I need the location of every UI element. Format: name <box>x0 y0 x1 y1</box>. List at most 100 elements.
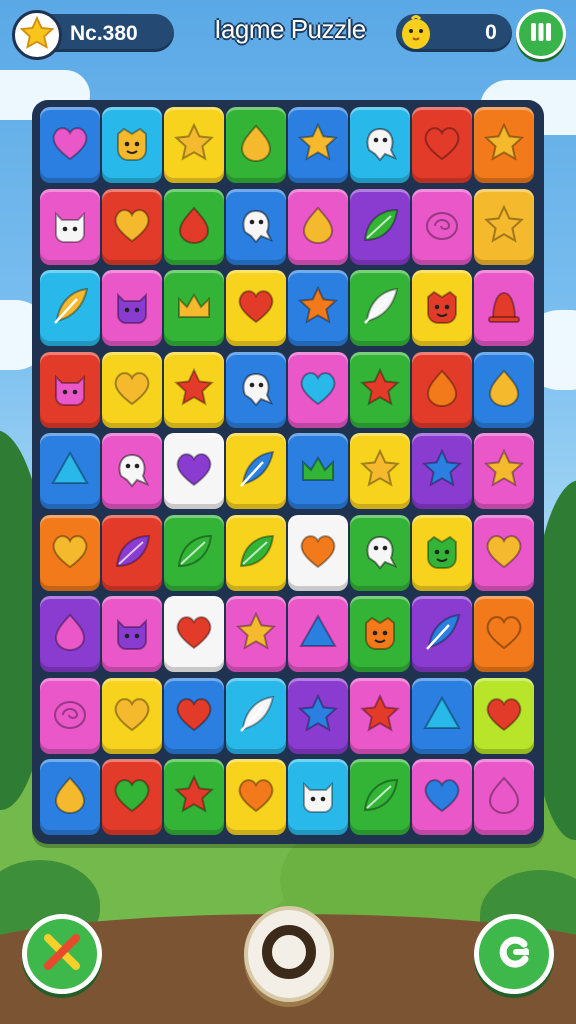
tile-heart[interactable] <box>474 677 534 754</box>
tile-drop[interactable] <box>40 596 100 672</box>
tile-swirl[interactable] <box>412 188 472 265</box>
tile-star[interactable] <box>288 107 348 183</box>
heart-icon <box>233 283 279 333</box>
tile-ghost[interactable] <box>226 351 286 428</box>
tile-feather[interactable] <box>226 433 286 509</box>
tile-star[interactable] <box>164 107 224 183</box>
tile-triangle[interactable] <box>40 433 100 509</box>
tile-star[interactable] <box>226 596 286 672</box>
tile-heart[interactable] <box>412 759 472 835</box>
tile-crown[interactable] <box>288 433 348 509</box>
tile-drop[interactable] <box>40 759 100 835</box>
tile-drop[interactable] <box>474 759 534 835</box>
tile-ghost[interactable] <box>350 514 410 591</box>
tile-feather[interactable] <box>412 596 472 672</box>
puzzle-board <box>32 100 544 844</box>
tile-feather[interactable] <box>350 270 410 346</box>
tile-ghost[interactable] <box>350 107 410 183</box>
tile-star[interactable] <box>288 677 348 754</box>
center-action-button[interactable] <box>244 906 334 1002</box>
tile-heart[interactable] <box>40 107 100 183</box>
tile-heart[interactable] <box>40 514 100 591</box>
tile-star[interactable] <box>350 677 410 754</box>
tile-heart[interactable] <box>164 596 224 672</box>
tile-star[interactable] <box>474 433 534 509</box>
tile-face[interactable] <box>350 596 410 672</box>
heart-icon <box>47 528 93 578</box>
tile-leaf[interactable] <box>102 514 162 591</box>
tile-cat[interactable] <box>102 596 162 672</box>
tile-star[interactable] <box>474 188 534 265</box>
tile-leaf[interactable] <box>350 188 410 265</box>
heart-icon <box>481 691 527 741</box>
heart-icon <box>109 691 155 741</box>
tile-feather[interactable] <box>226 677 286 754</box>
crown-icon <box>171 283 217 333</box>
tile-crown[interactable] <box>164 270 224 346</box>
tile-star[interactable] <box>164 759 224 835</box>
tile-ghost[interactable] <box>226 188 286 265</box>
tile-drop[interactable] <box>226 107 286 183</box>
tile-heart[interactable] <box>164 433 224 509</box>
star-icon <box>357 446 403 496</box>
tile-feather[interactable] <box>40 270 100 346</box>
tile-heart[interactable] <box>288 514 348 591</box>
tile-face[interactable] <box>102 107 162 183</box>
feather-icon <box>233 691 279 741</box>
tile-heart[interactable] <box>102 188 162 265</box>
tile-leaf[interactable] <box>226 514 286 591</box>
tile-face[interactable] <box>412 270 472 346</box>
tile-cat[interactable] <box>288 759 348 835</box>
tile-swirl[interactable] <box>40 677 100 754</box>
heart-icon <box>419 772 465 822</box>
tile-ghost[interactable] <box>102 433 162 509</box>
leaf-icon <box>171 528 217 578</box>
tile-star[interactable] <box>350 433 410 509</box>
heart-icon <box>171 446 217 496</box>
cat-icon <box>47 202 93 252</box>
heart-icon <box>109 365 155 415</box>
tile-drop[interactable] <box>164 188 224 265</box>
ghost-icon <box>357 120 403 170</box>
tile-star[interactable] <box>288 270 348 346</box>
tile-drop[interactable] <box>412 351 472 428</box>
tile-leaf[interactable] <box>350 759 410 835</box>
score-value: 0 <box>485 21 497 44</box>
tile-heart[interactable] <box>474 596 534 672</box>
tile-leaf[interactable] <box>164 514 224 591</box>
tile-heart[interactable] <box>226 759 286 835</box>
tile-star[interactable] <box>412 433 472 509</box>
cat-icon <box>109 609 155 659</box>
feather-icon <box>357 283 403 333</box>
pause-button[interactable] <box>516 9 566 59</box>
tile-heart[interactable] <box>288 351 348 428</box>
tile-star[interactable] <box>350 351 410 428</box>
tile-heart[interactable] <box>102 351 162 428</box>
tile-drop[interactable] <box>288 188 348 265</box>
tile-star[interactable] <box>474 107 534 183</box>
tile-heart[interactable] <box>102 677 162 754</box>
tile-face[interactable] <box>412 514 472 591</box>
shuffle-button[interactable] <box>22 914 102 994</box>
drop-icon <box>47 772 93 822</box>
tile-cat[interactable] <box>40 351 100 428</box>
tile-triangle[interactable] <box>412 677 472 754</box>
tile-heart[interactable] <box>164 677 224 754</box>
tile-star[interactable] <box>164 351 224 428</box>
tile-heart[interactable] <box>474 514 534 591</box>
star-icon <box>171 120 217 170</box>
tile-triangle[interactable] <box>288 596 348 672</box>
refresh-button[interactable] <box>474 914 554 994</box>
cat-icon <box>109 283 155 333</box>
star-icon <box>19 15 55 55</box>
tile-heart[interactable] <box>102 759 162 835</box>
tile-bell[interactable] <box>474 270 534 346</box>
tile-heart[interactable] <box>226 270 286 346</box>
triangle-icon <box>295 609 341 659</box>
ghost-icon <box>233 365 279 415</box>
tile-heart[interactable] <box>412 107 472 183</box>
tile-drop[interactable] <box>474 351 534 428</box>
triangle-icon <box>419 691 465 741</box>
tile-cat[interactable] <box>102 270 162 346</box>
tile-cat[interactable] <box>40 188 100 265</box>
